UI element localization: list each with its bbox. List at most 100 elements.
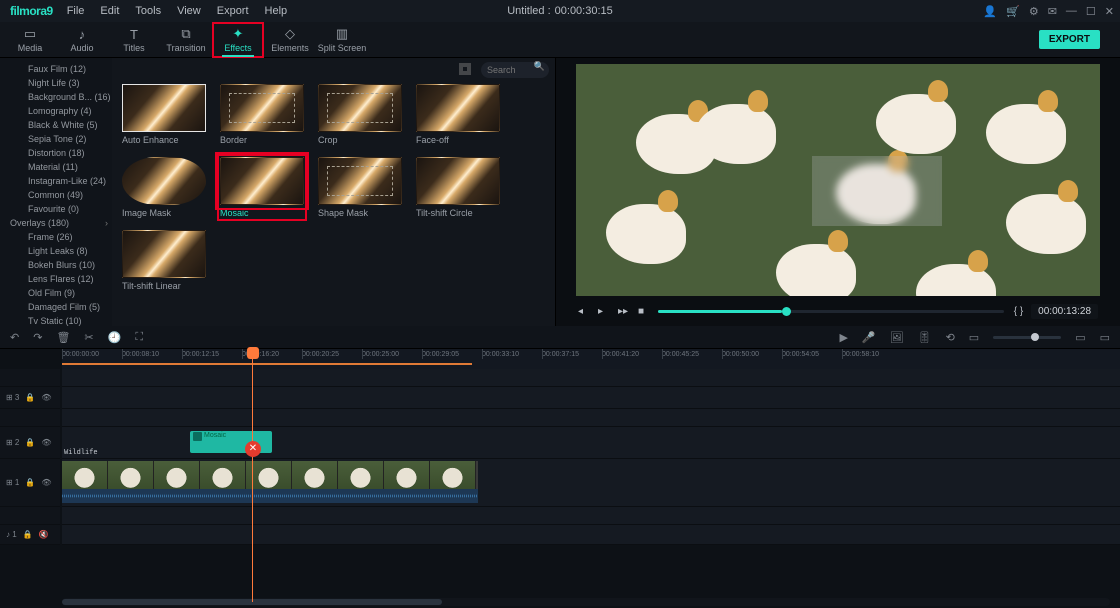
track-fx-3: ⊞ 3🔒👁 <box>0 387 1120 409</box>
tree-item[interactable]: Night Life (3) <box>0 76 112 90</box>
tree-item[interactable]: Distortion (18) <box>0 146 112 160</box>
tree-item[interactable]: Damaged Film (5) <box>0 300 112 314</box>
effect-thumb[interactable]: Auto Enhance <box>122 84 206 145</box>
next-frame-icon[interactable]: ▸▸ <box>618 306 628 317</box>
clip-audio-waveform[interactable] <box>62 489 478 503</box>
minimize-icon[interactable]: — <box>1066 5 1077 18</box>
menu-item[interactable]: Export <box>217 5 249 17</box>
tree-item[interactable]: Instagram-Like (24) <box>0 174 112 188</box>
mosaic-overlay[interactable] <box>812 156 942 226</box>
reset-icon[interactable]: ⟲ <box>946 331 955 344</box>
tree-item[interactable]: Favourite (0) <box>0 202 112 216</box>
effect-thumb[interactable]: Image Mask <box>122 157 206 218</box>
record-icon[interactable]: 🎤 <box>862 331 876 344</box>
tree-item[interactable]: Background B... (16) <box>0 90 112 104</box>
track-head[interactable]: ⊞ 3🔒👁 <box>0 387 60 409</box>
track-head[interactable]: ⊞ 1🔒👁 <box>0 459 60 507</box>
menu-item[interactable]: File <box>67 5 85 17</box>
crop-icon[interactable]: ⛶ <box>135 331 143 344</box>
marker-icon[interactable]: ▭ <box>969 331 979 344</box>
clip-frame <box>430 461 476 489</box>
tree-item[interactable]: Common (49) <box>0 188 112 202</box>
mixer-icon[interactable]: 🎚 <box>918 331 932 344</box>
eye-icon[interactable]: 👁 <box>41 438 51 447</box>
export-button[interactable]: EXPORT <box>1039 30 1100 49</box>
tree-item[interactable]: Frame (26) <box>0 230 112 244</box>
tool-tab-elements[interactable]: ◇Elements <box>264 22 316 58</box>
playhead[interactable]: ✕ <box>252 349 253 602</box>
stop-icon[interactable]: ■ <box>638 306 648 317</box>
tree-item[interactable]: Faux Film (12) <box>0 62 112 76</box>
tree-item[interactable]: Material (11) <box>0 160 112 174</box>
layout-icon[interactable]: ▭ <box>1100 331 1110 344</box>
menu-item[interactable]: Edit <box>100 5 119 17</box>
effect-thumb[interactable]: Tilt-shift Linear <box>122 230 206 291</box>
prev-frame-icon[interactable]: ◂ <box>578 306 588 317</box>
video-clip[interactable] <box>62 461 478 489</box>
tree-item[interactable]: Overlays (180) <box>0 216 112 230</box>
tool-tab-effects[interactable]: ✦Effects <box>212 22 264 58</box>
search-icon[interactable]: 🔍 <box>534 61 545 72</box>
thumb-label: Shape Mask <box>318 208 402 218</box>
menu-item[interactable]: Help <box>265 5 288 17</box>
track-head[interactable]: ⊞ 2🔒👁 <box>0 427 60 459</box>
tree-item[interactable]: Black & White (5) <box>0 118 112 132</box>
tree-item[interactable]: Lens Flares (12) <box>0 272 112 286</box>
menu-item[interactable]: View <box>177 5 201 17</box>
preview-controls: ◂ ▸ ▸▸ ■ { } 00:00:13:28 <box>556 296 1120 326</box>
gear-icon[interactable]: ⚙ <box>1029 5 1039 18</box>
grid-view-icon[interactable] <box>459 63 471 75</box>
tool-tab-titles[interactable]: TTitles <box>108 22 160 58</box>
menu-item[interactable]: Tools <box>135 5 161 17</box>
zoom-slider[interactable] <box>993 336 1061 339</box>
tree-item[interactable]: Sepia Tone (2) <box>0 132 112 146</box>
tree-item[interactable]: Tv Static (10) <box>0 314 112 326</box>
split-icon[interactable]: ✂ <box>84 331 93 344</box>
track-body[interactable]: Mosaic <box>62 427 1120 459</box>
marker-brackets[interactable]: { } <box>1014 306 1023 317</box>
effect-thumb[interactable]: Mosaic <box>220 157 304 218</box>
redo-icon[interactable]: ↷ <box>33 331 42 344</box>
tree-item[interactable]: Light Leaks (8) <box>0 244 112 258</box>
effect-thumb[interactable]: Border <box>220 84 304 145</box>
tool-tab-transition[interactable]: ⧉Transition <box>160 22 212 58</box>
effect-thumb[interactable]: Crop <box>318 84 402 145</box>
tree-item[interactable]: Lomography (4) <box>0 104 112 118</box>
tree-item[interactable]: Bokeh Blurs (10) <box>0 258 112 272</box>
play-icon[interactable]: ▸ <box>598 306 608 317</box>
effect-thumb[interactable]: Shape Mask <box>318 157 402 218</box>
seek-bar[interactable] <box>658 310 1004 313</box>
track-head[interactable]: ♪ 1🔒🔇 <box>0 525 60 545</box>
tool-tab-split-screen[interactable]: ▥Split Screen <box>316 22 368 58</box>
track-body[interactable] <box>62 525 1120 545</box>
effect-thumb[interactable]: Face-off <box>416 84 500 145</box>
tool-tab-audio[interactable]: ♪Audio <box>56 22 108 58</box>
timeline-ruler[interactable]: 00:00:00:0000:00:08:1000:00:12:1500:00:1… <box>62 349 1120 369</box>
timeline-scrollbar[interactable] <box>62 598 1110 606</box>
maximize-icon[interactable]: ☐ <box>1086 5 1096 18</box>
snapshot-icon[interactable]: 🖼 <box>890 331 904 344</box>
tool-tab-media[interactable]: ▭Media <box>4 22 56 58</box>
cart-icon[interactable]: 🛒 <box>1006 5 1020 18</box>
lock-icon[interactable]: 🔒 <box>23 530 33 539</box>
eye-icon[interactable]: 👁 <box>41 393 51 402</box>
lock-icon[interactable]: 🔒 <box>25 438 35 447</box>
user-icon[interactable]: 👤 <box>983 5 997 18</box>
track-body[interactable]: Wildlife <box>62 459 1120 507</box>
message-icon[interactable]: ✉ <box>1048 5 1057 18</box>
play-icon[interactable]: ▶ <box>839 331 847 344</box>
history-icon[interactable]: 🕘 <box>108 331 122 344</box>
playhead-delete-badge[interactable]: ✕ <box>245 441 261 457</box>
tree-item[interactable]: Old Film (9) <box>0 286 112 300</box>
mute-icon[interactable]: 🔇 <box>39 530 49 539</box>
undo-icon[interactable]: ↶ <box>10 331 19 344</box>
close-icon[interactable]: ✕ <box>1105 5 1114 18</box>
fit-icon[interactable]: ▭ <box>1075 331 1085 344</box>
lock-icon[interactable]: 🔒 <box>25 393 35 402</box>
delete-icon[interactable]: 🗑 <box>56 331 70 344</box>
effect-thumb[interactable]: Tilt-shift Circle <box>416 157 500 218</box>
lock-icon[interactable]: 🔒 <box>25 478 35 487</box>
thumb-image <box>318 84 402 132</box>
split-icon: ▥ <box>336 26 348 42</box>
eye-icon[interactable]: 👁 <box>41 478 51 487</box>
